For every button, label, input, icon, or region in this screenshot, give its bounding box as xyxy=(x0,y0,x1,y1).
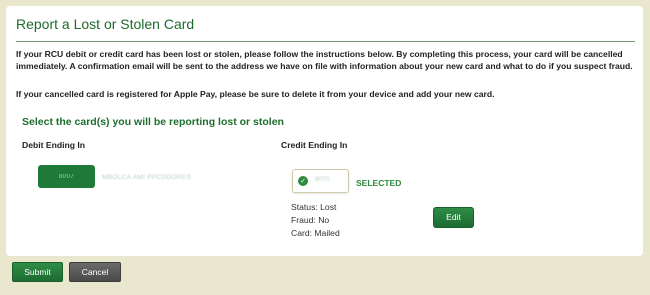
report-card-panel: Report a Lost or Stolen Card If your RCU… xyxy=(6,6,643,256)
apple-pay-note: If your cancelled card is registered for… xyxy=(16,89,495,99)
check-circle-icon: ✓ xyxy=(298,176,308,186)
select-cards-heading: Select the card(s) you will be reporting… xyxy=(22,116,284,128)
credit-column-label: Credit Ending In xyxy=(281,140,348,150)
debit-column-label: Debit Ending In xyxy=(22,140,86,150)
credit-card-option[interactable]: ✓ 8070 xyxy=(292,169,349,193)
credit-card-number: 8070 xyxy=(315,176,330,183)
card-fraud: Fraud: No xyxy=(291,215,330,225)
edit-button[interactable]: Edit xyxy=(433,207,474,228)
page-title: Report a Lost or Stolen Card xyxy=(16,16,195,32)
submit-button[interactable]: Submit xyxy=(12,262,63,282)
title-divider xyxy=(16,41,635,42)
debit-card-option[interactable]: 8007 xyxy=(38,165,95,188)
selected-badge: SELECTED xyxy=(356,178,402,188)
instructions-paragraph: If your RCU debit or credit card has bee… xyxy=(16,49,633,71)
card-delivery: Card: Mailed xyxy=(291,228,340,238)
debit-card-number: 8007 xyxy=(58,173,75,180)
cancel-button[interactable]: Cancel xyxy=(69,262,121,282)
card-status: Status: Lost xyxy=(291,202,337,212)
debit-cardholder-name: MBOLCA AMI PPCDDORES xyxy=(102,174,192,181)
